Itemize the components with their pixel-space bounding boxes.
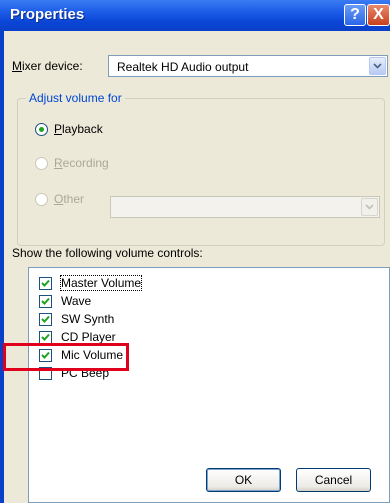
playback-label[interactable]: Playback xyxy=(54,122,103,136)
mixer-device-value: Realtek HD Audio output xyxy=(117,60,249,74)
master-volume-label: Master Volume xyxy=(59,275,143,291)
properties-window: Properties ? X Mixer device: Realtek HD … xyxy=(0,0,390,503)
chevron-down-icon xyxy=(361,198,378,216)
wave-checkbox[interactable] xyxy=(39,295,52,308)
cd-player-label: CD Player xyxy=(61,330,116,344)
window-title: Properties xyxy=(10,6,85,23)
volume-controls-label: Show the following volume controls: xyxy=(12,246,203,260)
playback-radio[interactable] xyxy=(35,123,48,136)
adjust-volume-legend: Adjust volume for xyxy=(26,91,125,105)
mixer-device-label: Mixer device: xyxy=(12,59,83,73)
chevron-down-icon[interactable] xyxy=(369,57,386,75)
radio-selected-dot xyxy=(39,127,44,132)
wave-label: Wave xyxy=(61,294,92,308)
recording-label: Recording xyxy=(54,156,109,170)
help-button[interactable]: ? xyxy=(344,4,366,26)
sw-synth-checkbox[interactable] xyxy=(39,313,52,326)
master-volume-checkbox[interactable] xyxy=(39,277,52,290)
close-button[interactable]: X xyxy=(367,4,390,26)
recording-radio xyxy=(35,157,48,170)
ok-button[interactable]: OK xyxy=(206,468,281,492)
adjust-volume-group xyxy=(17,98,385,246)
sw-synth-label: SW Synth xyxy=(61,312,115,326)
cancel-button[interactable]: Cancel xyxy=(296,468,371,492)
other-device-select xyxy=(110,196,380,218)
mixer-device-select[interactable]: Realtek HD Audio output xyxy=(108,55,388,77)
other-radio xyxy=(35,193,48,206)
dialog-client-area: Mixer device: Realtek HD Audio output Ad… xyxy=(4,31,390,503)
highlight-box xyxy=(3,343,129,371)
title-bar[interactable]: Properties ? X xyxy=(0,0,390,31)
other-label: Other xyxy=(54,192,85,206)
